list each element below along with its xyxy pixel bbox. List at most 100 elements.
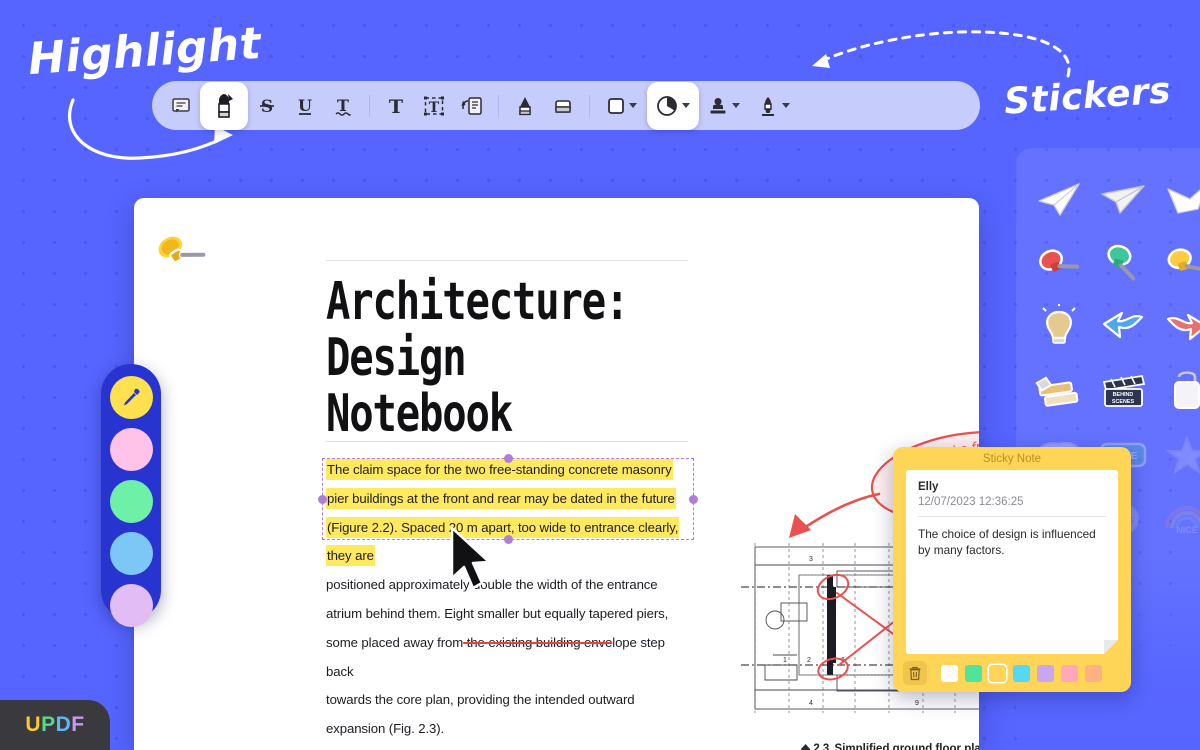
figure-caption: 2.3 Simplified ground floor plan: [737, 743, 979, 750]
svg-text:S: S: [261, 97, 273, 117]
tool-eraser[interactable]: [544, 88, 582, 124]
svg-text:NICE: NICE: [1176, 525, 1198, 535]
title-rule-bottom: [326, 441, 688, 442]
note-color-pink[interactable]: [1061, 665, 1078, 682]
logo-letter-u: U: [25, 713, 41, 737]
note-color-yellow[interactable]: [989, 665, 1006, 682]
swatch-eyedropper[interactable]: [110, 376, 153, 419]
swatch-pink[interactable]: [110, 428, 153, 471]
tool-highlight[interactable]: [200, 82, 248, 130]
paragraph-line-8: expansion (Fig. 2.3).: [326, 715, 694, 744]
highlight-line-1[interactable]: The claim space for the two free-standin…: [326, 459, 673, 480]
chevron-down-icon[interactable]: [782, 103, 790, 108]
swatch-lilac[interactable]: [110, 584, 153, 627]
sticky-note-content[interactable]: The choice of design is influenced by ma…: [918, 526, 1106, 558]
document-page[interactable]: Architecture: Design Notebook The claim …: [134, 198, 979, 750]
title-rule-top: [326, 260, 688, 261]
sticker-star-badge[interactable]: [1158, 426, 1200, 484]
tool-squiggly-underline[interactable]: T: [324, 88, 362, 124]
chevron-down-icon[interactable]: [732, 103, 740, 108]
eyedropper-icon: [120, 387, 142, 409]
sticker-behind-the-scenes[interactable]: BEHINDSCENES: [1094, 362, 1152, 420]
toolbar-divider: [369, 95, 370, 117]
svg-text:U: U: [298, 96, 312, 115]
caption-marker-icon: [801, 744, 810, 750]
note-color-cyan[interactable]: [1013, 665, 1030, 682]
tool-comment[interactable]: [162, 88, 200, 124]
stickers-callout-label: Stickers: [1003, 70, 1173, 123]
line6-pre: some placed away from: [326, 635, 463, 650]
sticky-note-title: Sticky Note: [893, 447, 1131, 470]
page-title-line2: Design Notebook: [326, 330, 638, 442]
note-color-orange[interactable]: [1085, 665, 1102, 682]
sticky-note-body[interactable]: Elly 12/07/2023 12:36:25 The choice of d…: [906, 470, 1118, 654]
tool-signature[interactable]: [749, 88, 799, 124]
svg-text:4: 4: [809, 700, 813, 707]
sticker-paper-crane[interactable]: [1158, 170, 1200, 228]
sticky-note-author: Elly: [918, 481, 1106, 493]
paragraph-line-5: atrium behind them. Eight smaller but eq…: [326, 600, 694, 629]
figure-number: 2.3: [813, 743, 829, 750]
annotation-toolbar[interactable]: S U T T T: [152, 81, 980, 130]
chevron-down-icon[interactable]: [682, 103, 690, 108]
logo-letter-p: P: [41, 713, 56, 737]
svg-text:T: T: [389, 96, 403, 117]
paragraph-line-7: towards the core plan, providing the int…: [326, 686, 694, 715]
page-title: Architecture: Design Notebook: [326, 274, 638, 442]
page-title-line1: Architecture:: [326, 274, 638, 330]
tool-underline[interactable]: U: [286, 88, 324, 124]
chevron-down-icon[interactable]: [629, 103, 637, 108]
tool-text[interactable]: T: [377, 88, 415, 124]
delete-note-button[interactable]: [903, 661, 927, 685]
sticker-pushpin-green[interactable]: [1094, 234, 1152, 292]
logo-letter-f: F: [71, 713, 84, 737]
updf-logo: UPDF: [0, 700, 110, 750]
paragraph-line-6: some placed away from the existing build…: [326, 629, 694, 687]
color-palette[interactable]: [101, 364, 161, 620]
tool-text-callout[interactable]: [453, 88, 491, 124]
sticker-lightbulb[interactable]: [1030, 298, 1088, 356]
tool-stamp[interactable]: [699, 88, 749, 124]
paragraph-line-4: positioned approximately double the widt…: [326, 571, 694, 600]
sticker-nice-rainbow[interactable]: NICE: [1158, 490, 1200, 548]
highlight-line-3[interactable]: (Figure 2.2). Spaced 20 m apart, too wid…: [326, 517, 679, 567]
note-color-green[interactable]: [965, 665, 982, 682]
pushpin-sticker[interactable]: [152, 222, 210, 280]
tool-text-box[interactable]: T: [415, 88, 453, 124]
svg-text:9: 9: [915, 700, 919, 707]
sticky-note-timestamp: 12/07/2023 12:36:25: [918, 496, 1106, 508]
toolbar-divider-3: [589, 95, 590, 117]
strikethrough-annotation[interactable]: the existing building enve: [463, 635, 612, 650]
logo-letter-d: D: [56, 713, 72, 737]
document-paragraph[interactable]: The claim space for the two free-standin…: [326, 456, 694, 744]
sticker-paper-plane-grey[interactable]: [1094, 170, 1152, 228]
sticker-arrow-red[interactable]: [1158, 298, 1200, 356]
sticky-note-divider: [918, 516, 1106, 517]
figure-caption-text: Simplified ground floor plan: [835, 743, 979, 750]
highlight-line-2[interactable]: pier buildings at the front and rear may…: [326, 488, 676, 509]
sticker-label-tag[interactable]: [1158, 362, 1200, 420]
svg-text:T: T: [337, 96, 349, 115]
swatch-blue[interactable]: [110, 532, 153, 575]
tool-shapes[interactable]: [597, 88, 647, 124]
sticky-note-fold-corner: [1104, 640, 1118, 654]
sticker-pushpin-red[interactable]: [1030, 234, 1088, 292]
sticky-note-footer[interactable]: [893, 654, 1131, 692]
stickers-arrow-icon: [800, 28, 1080, 80]
sticker-paper-plane-white[interactable]: [1030, 170, 1088, 228]
highlight-callout-label: Highlight: [27, 18, 263, 85]
note-color-purple[interactable]: [1037, 665, 1054, 682]
svg-text:SCENES: SCENES: [1112, 399, 1135, 405]
sticker-pushpin-yellow[interactable]: [1158, 234, 1200, 292]
swatch-green[interactable]: [110, 480, 153, 523]
toolbar-divider-2: [498, 95, 499, 117]
trash-icon: [908, 666, 922, 681]
sticker-eraser[interactable]: [1030, 362, 1088, 420]
tool-sticker[interactable]: [647, 82, 699, 130]
tool-strikethrough[interactable]: S: [248, 88, 286, 124]
sticker-arrow-blue[interactable]: [1094, 298, 1152, 356]
sticky-note-panel[interactable]: Sticky Note Elly 12/07/2023 12:36:25 The…: [893, 447, 1131, 692]
svg-text:2: 2: [807, 657, 811, 664]
note-color-white[interactable]: [941, 665, 958, 682]
tool-pencil[interactable]: [506, 88, 544, 124]
